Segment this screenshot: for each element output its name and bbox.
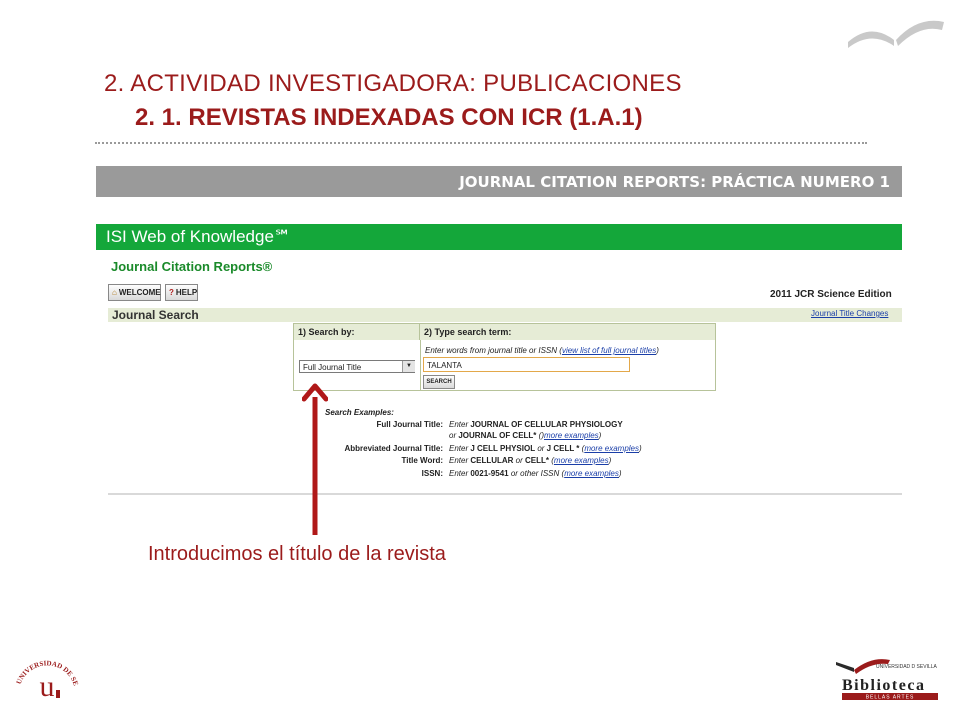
search-button[interactable]: SEARCH <box>423 375 455 389</box>
example-pre: Enter <box>449 456 471 465</box>
example-text: Enter JOURNAL OF CELLULAR PHYSIOLOGY <box>449 420 623 429</box>
journal-title-changes-link[interactable]: Journal Title Changes <box>811 309 888 318</box>
help-label: HELP <box>175 288 198 297</box>
search-term-input[interactable]: TALANTA <box>423 357 630 372</box>
close-paren: ) <box>598 431 602 440</box>
slide-heading: 2. ACTIVIDAD INVESTIGADORA: PUBLICACIONE… <box>104 70 682 97</box>
example-pre: or <box>449 431 459 440</box>
close-paren: ) <box>639 444 642 453</box>
example-b1: JOURNAL OF CELLULAR PHYSIOLOGY <box>470 420 623 429</box>
example-mid: or <box>513 456 526 465</box>
welcome-button[interactable]: ⌂ WELCOME <box>108 284 161 301</box>
more-examples-link[interactable]: more examples <box>564 469 619 478</box>
example-pre: Enter <box>449 444 471 453</box>
isi-header-bar: ISI Web of Knowledge℠ <box>96 224 902 250</box>
example-text: Enter CELLULAR or CELL* (more examples) <box>449 456 611 465</box>
journal-search-bar <box>108 308 902 322</box>
journal-search-title: Journal Search <box>112 308 199 322</box>
search-term-value: TALANTA <box>427 361 462 370</box>
edition-label: 2011 JCR Science Edition <box>770 289 892 300</box>
help-icon: ? <box>169 288 174 297</box>
more-examples-link[interactable]: more examples <box>554 456 609 465</box>
example-text: or JOURNAL OF CELL* ()more examples) <box>449 431 601 440</box>
help-button[interactable]: ? HELP <box>165 284 198 301</box>
step2-header: 2) Type search term: <box>420 324 715 340</box>
welcome-label: WELCOME <box>118 288 161 297</box>
example-b2: CELL* <box>525 456 550 465</box>
example-pre: Enter <box>449 420 471 429</box>
instruction-suffix: ) <box>656 346 659 355</box>
example-pre: Enter <box>449 469 471 478</box>
university-seal-logo: UNIVERSIDAD DE SEVILLA u <box>12 640 80 703</box>
dotted-divider <box>95 142 867 144</box>
slide-subheading: 2. 1. REVISTAS INDEXADAS CON ICR (1.A.1) <box>135 104 643 131</box>
panel-divider <box>420 340 421 390</box>
example-b1: J CELL PHYSIOL <box>470 444 536 453</box>
instruction-prefix: Enter words from journal title or ISSN ( <box>425 346 562 355</box>
library-logo: UNIVERSIDAD D SEVILLA Biblioteca BELLAS … <box>836 659 938 701</box>
chevron-down-icon[interactable]: ▼ <box>402 361 415 372</box>
close-paren: ) <box>608 456 612 465</box>
isi-brand[interactable]: ISI Web of Knowledge℠ <box>106 227 291 247</box>
more-examples-link[interactable]: more examples <box>584 444 639 453</box>
annotation-caption: Introducimos el título de la revista <box>148 543 446 565</box>
red-arrow-icon <box>302 383 328 535</box>
example-b1: JOURNAL OF CELL* <box>458 431 537 440</box>
section-bar-label: JOURNAL CITATION REPORTS: PRÁCTICA NUMER… <box>459 172 890 191</box>
more-examples-link[interactable]: more examples <box>544 431 599 440</box>
svg-text:u: u <box>40 670 55 703</box>
example-text: Enter J CELL PHYSIOL or J CELL * (more e… <box>449 444 642 453</box>
search-instructions: Enter words from journal title or ISSN (… <box>425 346 659 355</box>
home-icon: ⌂ <box>112 288 117 297</box>
example-text: Enter 0021-9541 or other ISSN (more exam… <box>449 469 622 478</box>
search-by-select[interactable]: Full Journal Title <box>299 360 415 373</box>
library-name: Biblioteca <box>842 677 925 694</box>
library-sub: BELLAS ARTES <box>866 695 915 701</box>
example-mid: or other ISSN ( <box>508 469 565 478</box>
example-b1: CELLULAR <box>470 456 514 465</box>
example-b1: 0021-9541 <box>470 469 509 478</box>
search-by-value: Full Journal Title <box>303 363 362 372</box>
example-b2: J CELL * <box>546 444 580 453</box>
horizontal-rule <box>108 493 902 495</box>
library-top-text: UNIVERSIDAD D SEVILLA <box>876 664 938 670</box>
book-logo-icon <box>848 20 944 48</box>
jcr-product-title: Journal Citation Reports® <box>111 259 273 274</box>
example-mid: or <box>535 444 547 453</box>
section-bar: JOURNAL CITATION REPORTS: PRÁCTICA NUMER… <box>96 166 902 197</box>
search-examples-title: Search Examples: <box>325 408 394 417</box>
view-full-titles-link[interactable]: view list of full journal titles <box>562 346 656 355</box>
step1-header: 1) Search by: <box>294 324 420 340</box>
close-paren: ) <box>618 469 622 478</box>
